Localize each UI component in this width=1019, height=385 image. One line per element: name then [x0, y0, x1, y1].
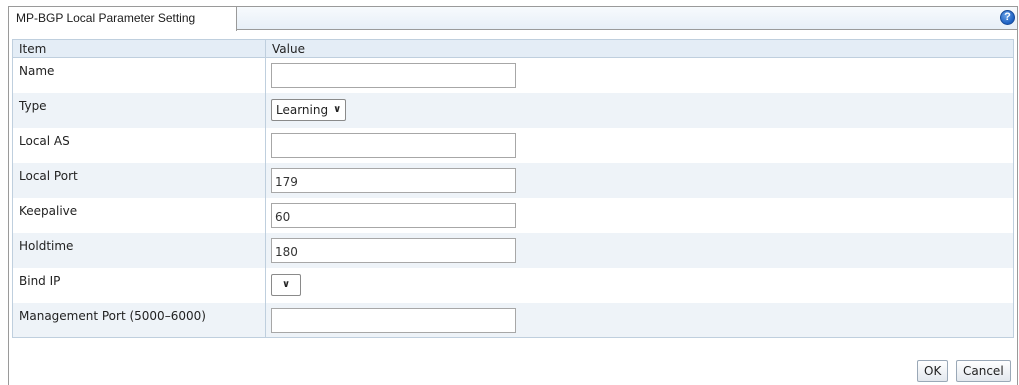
- table-row-keepalive: Keepalive: [12, 197, 1014, 233]
- type-select[interactable]: Learning ∨: [271, 98, 347, 121]
- name-input[interactable]: [271, 63, 516, 88]
- row-label: Local AS: [12, 127, 266, 163]
- row-value: [265, 162, 1014, 198]
- local-port-input[interactable]: [271, 167, 516, 193]
- row-label: Bind IP: [12, 267, 266, 303]
- table-row-local-as: Local AS: [12, 127, 1014, 163]
- row-label: Local Port: [12, 162, 266, 198]
- tab-mp-bgp-local-parameter-setting[interactable]: MP-BGP Local Parameter Setting: [9, 6, 237, 31]
- column-header-item: Item: [12, 39, 266, 58]
- keepalive-input[interactable]: [271, 202, 516, 228]
- row-value: Learning ∨: [265, 92, 1014, 128]
- bind-ip-select[interactable]: ∨: [271, 273, 301, 296]
- cancel-button[interactable]: Cancel: [956, 360, 1011, 382]
- row-label: Name: [12, 57, 266, 93]
- row-value: ∨: [265, 267, 1014, 303]
- table-row-management-port: Management Port (5000–6000): [12, 302, 1014, 338]
- tab-bar: MP-BGP Local Parameter Setting ?: [9, 6, 1017, 31]
- row-value: [265, 127, 1014, 163]
- column-header-value: Value: [265, 39, 1014, 58]
- row-value: [265, 197, 1014, 233]
- holdtime-input[interactable]: [271, 237, 516, 263]
- type-select-value: Learning: [276, 102, 329, 117]
- chevron-down-icon: ∨: [333, 104, 342, 115]
- table-row-local-port: Local Port: [12, 162, 1014, 198]
- row-value: [265, 57, 1014, 93]
- table-row-holdtime: Holdtime: [12, 232, 1014, 268]
- row-value: [265, 302, 1014, 338]
- row-label: Management Port (5000–6000): [12, 302, 266, 338]
- local-as-input[interactable]: [271, 132, 516, 158]
- table-row-type: Type Learning ∨: [12, 92, 1014, 128]
- management-port-input[interactable]: [271, 307, 516, 333]
- row-label: Keepalive: [12, 197, 266, 233]
- parameter-table: Item Value Name Type Learning ∨ Local AS: [12, 39, 1014, 338]
- row-label: Type: [12, 92, 266, 128]
- ok-button[interactable]: OK: [917, 360, 949, 382]
- row-label: Holdtime: [12, 232, 266, 268]
- settings-panel: MP-BGP Local Parameter Setting ? Item Va…: [8, 6, 1018, 385]
- row-value: [265, 232, 1014, 268]
- table-row-name: Name: [12, 57, 1014, 93]
- chevron-down-icon: ∨: [281, 279, 291, 290]
- help-icon[interactable]: ?: [1000, 10, 1015, 25]
- table-row-bind-ip: Bind IP ∨: [12, 267, 1014, 303]
- table-header-row: Item Value: [12, 39, 1014, 58]
